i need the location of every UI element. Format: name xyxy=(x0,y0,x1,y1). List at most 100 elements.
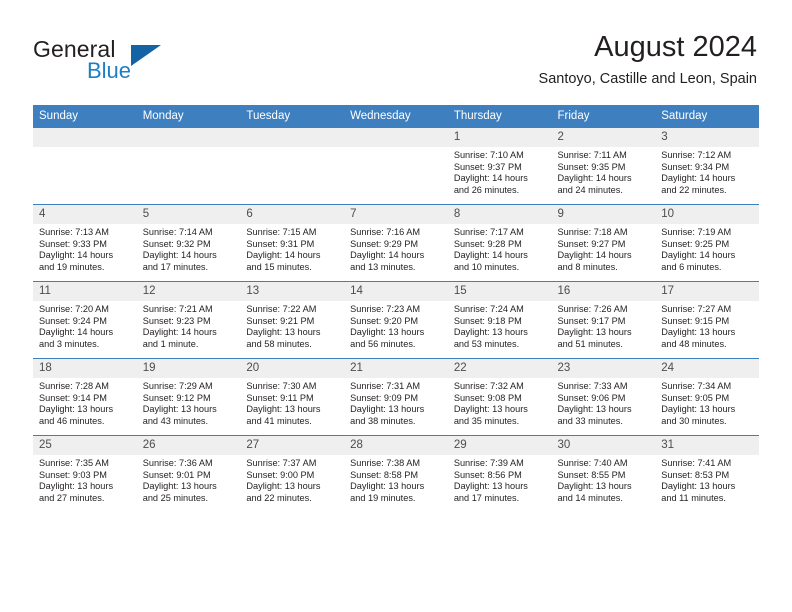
day-details: Sunrise: 7:23 AM Sunset: 9:20 PM Daylight:… xyxy=(344,301,448,350)
day-details: Sunrise: 7:41 AM Sunset: 8:53 PM Daylight:… xyxy=(655,455,759,504)
calendar-day-cell[interactable]: 19 Sunrise: 7:29 AM Sunset: 9:12 PM Dayligh… xyxy=(136,358,241,436)
day-number: 7 xyxy=(344,205,448,224)
sunset-text: Sunset: 9:29 PM xyxy=(350,238,419,249)
day-number: 9 xyxy=(551,205,656,224)
daylight-text-line1: Daylight: 13 hours xyxy=(453,404,528,415)
calendar-week-row: 1 Sunrise: 7:10 AM Sunset: 9:37 PM Daylight… xyxy=(33,128,759,205)
brand-name-blue: Blue xyxy=(87,58,132,83)
daylight-text-line2: and 27 minutes. xyxy=(39,492,105,503)
daylight-text-line1: Daylight: 14 hours xyxy=(557,173,632,184)
calendar-day-cell[interactable]: 24 Sunrise: 7:34 AM Sunset: 9:05 PM Dayligh… xyxy=(655,358,759,436)
day-details: Sunrise: 7:27 AM Sunset: 9:15 PM Daylight:… xyxy=(655,301,759,350)
calendar-day-cell[interactable]: 25 Sunrise: 7:35 AM Sunset: 9:03 PM Dayligh… xyxy=(33,435,137,512)
calendar-day-cell[interactable]: 14 Sunrise: 7:23 AM Sunset: 9:20 PM Dayligh… xyxy=(344,281,448,359)
weekday-header-friday: Friday xyxy=(551,105,656,128)
calendar-day-cell[interactable]: 7 Sunrise: 7:16 AM Sunset: 9:29 PM Daylight… xyxy=(344,204,448,282)
calendar-day-cell[interactable]: 3 Sunrise: 7:12 AM Sunset: 9:34 PM Daylight… xyxy=(655,128,759,205)
sunset-text: Sunset: 9:37 PM xyxy=(453,161,522,172)
day-number: 5 xyxy=(136,205,241,224)
daylight-text-line1: Daylight: 13 hours xyxy=(453,481,528,492)
calendar-day-cell-empty xyxy=(136,128,241,205)
calendar-day-cell[interactable]: 22 Sunrise: 7:32 AM Sunset: 9:08 PM Dayligh… xyxy=(447,358,552,436)
daylight-text-line1: Daylight: 13 hours xyxy=(557,481,632,492)
sunset-text: Sunset: 9:17 PM xyxy=(557,315,626,326)
daylight-text-line2: and 19 minutes. xyxy=(39,261,105,272)
calendar-day-cell[interactable]: 28 Sunrise: 7:38 AM Sunset: 8:58 PM Dayligh… xyxy=(344,435,448,512)
calendar-day-cell[interactable]: 13 Sunrise: 7:22 AM Sunset: 9:21 PM Dayligh… xyxy=(240,281,345,359)
calendar-day-cell[interactable]: 29 Sunrise: 7:39 AM Sunset: 8:56 PM Dayligh… xyxy=(447,435,552,512)
sunrise-text: Sunrise: 7:31 AM xyxy=(350,381,421,391)
daylight-text-line1: Daylight: 14 hours xyxy=(39,250,114,261)
calendar-day-cell[interactable]: 16 Sunrise: 7:26 AM Sunset: 9:17 PM Dayligh… xyxy=(551,281,656,359)
daylight-text-line1: Daylight: 14 hours xyxy=(557,250,632,261)
day-details: Sunrise: 7:40 AM Sunset: 8:55 PM Daylight:… xyxy=(552,455,656,504)
sunset-text: Sunset: 9:03 PM xyxy=(39,469,107,480)
day-number: 19 xyxy=(136,359,241,378)
sunset-text: Sunset: 9:25 PM xyxy=(661,238,730,249)
sunrise-text: Sunrise: 7:27 AM xyxy=(661,304,732,314)
daylight-text-line1: Daylight: 13 hours xyxy=(39,481,114,492)
day-number: 10 xyxy=(655,205,759,224)
day-number: 18 xyxy=(33,359,137,378)
daylight-text-line1: Daylight: 13 hours xyxy=(142,404,217,415)
calendar-day-cell[interactable]: 2 Sunrise: 7:11 AM Sunset: 9:35 PM Daylight… xyxy=(551,128,656,205)
daylight-text-line2: and 17 minutes. xyxy=(142,261,209,272)
day-details: Sunrise: 7:19 AM Sunset: 9:25 PM Daylight:… xyxy=(655,224,759,273)
daylight-text-line2: and 53 minutes. xyxy=(453,338,520,349)
calendar-day-cell[interactable]: 15 Sunrise: 7:24 AM Sunset: 9:18 PM Dayligh… xyxy=(447,281,552,359)
daylight-text-line2: and 24 minutes. xyxy=(557,184,623,195)
daylight-text-line1: Daylight: 13 hours xyxy=(39,404,114,415)
sunrise-text: Sunrise: 7:30 AM xyxy=(246,381,317,391)
daylight-text-line2: and 10 minutes. xyxy=(453,261,520,272)
daylight-text-line2: and 15 minutes. xyxy=(246,261,312,272)
day-number: 8 xyxy=(447,205,552,224)
day-details: Sunrise: 7:29 AM Sunset: 9:12 PM Daylight:… xyxy=(137,378,241,427)
calendar-day-cell[interactable]: 9 Sunrise: 7:18 AM Sunset: 9:27 PM Daylight… xyxy=(551,204,656,282)
daylight-text-line2: and 1 minute. xyxy=(142,338,199,349)
day-number: 16 xyxy=(551,282,656,301)
calendar-day-cell[interactable]: 21 Sunrise: 7:31 AM Sunset: 9:09 PM Dayligh… xyxy=(344,358,448,436)
weekday-header-sunday: Sunday xyxy=(33,105,137,128)
calendar-week-row: 18 Sunrise: 7:28 AM Sunset: 9:14 PM Dayligh… xyxy=(33,358,759,436)
daylight-text-line1: Daylight: 13 hours xyxy=(142,481,217,492)
day-number: 13 xyxy=(240,282,345,301)
calendar-day-cell[interactable]: 5 Sunrise: 7:14 AM Sunset: 9:32 PM Daylight… xyxy=(136,204,241,282)
calendar-day-cell[interactable]: 27 Sunrise: 7:37 AM Sunset: 9:00 PM Dayligh… xyxy=(240,435,345,512)
calendar-day-cell[interactable]: 1 Sunrise: 7:10 AM Sunset: 9:37 PM Daylight… xyxy=(447,128,552,205)
daylight-text-line2: and 11 minutes. xyxy=(661,492,726,503)
day-details: Sunrise: 7:38 AM Sunset: 8:58 PM Daylight:… xyxy=(344,455,448,504)
day-number: 31 xyxy=(655,436,759,455)
calendar-day-cell[interactable]: 17 Sunrise: 7:27 AM Sunset: 9:15 PM Dayligh… xyxy=(655,281,759,359)
calendar-day-cell[interactable]: 31 Sunrise: 7:41 AM Sunset: 8:53 PM Dayligh… xyxy=(655,435,759,512)
calendar-day-cell[interactable]: 20 Sunrise: 7:30 AM Sunset: 9:11 PM Dayligh… xyxy=(240,358,345,436)
brand-logo[interactable]: General Blue xyxy=(33,36,243,88)
calendar-day-cell[interactable]: 6 Sunrise: 7:15 AM Sunset: 9:31 PM Daylight… xyxy=(240,204,345,282)
page-title: August 2024 xyxy=(594,31,757,63)
sunrise-text: Sunrise: 7:11 AM xyxy=(557,150,627,160)
day-number: 22 xyxy=(447,359,552,378)
daylight-text-line2: and 17 minutes. xyxy=(453,492,520,503)
day-details: Sunrise: 7:18 AM Sunset: 9:27 PM Daylight:… xyxy=(552,224,656,273)
calendar-week-row: 11 Sunrise: 7:20 AM Sunset: 9:24 PM Dayligh… xyxy=(33,281,759,359)
calendar-day-cell[interactable]: 30 Sunrise: 7:40 AM Sunset: 8:55 PM Dayligh… xyxy=(551,435,656,512)
sunset-text: Sunset: 9:06 PM xyxy=(557,392,626,403)
weekday-header-thursday: Thursday xyxy=(447,105,552,128)
calendar-day-cell[interactable]: 4 Sunrise: 7:13 AM Sunset: 9:33 PM Daylight… xyxy=(33,204,137,282)
day-details: Sunrise: 7:34 AM Sunset: 9:05 PM Daylight:… xyxy=(655,378,759,427)
calendar-day-cell[interactable]: 11 Sunrise: 7:20 AM Sunset: 9:24 PM Dayligh… xyxy=(33,281,137,359)
sunrise-text: Sunrise: 7:12 AM xyxy=(661,150,732,160)
sunset-text: Sunset: 9:33 PM xyxy=(39,238,107,249)
day-details: Sunrise: 7:36 AM Sunset: 9:01 PM Daylight:… xyxy=(137,455,241,504)
daylight-text-line1: Daylight: 14 hours xyxy=(661,250,736,261)
calendar-day-cell[interactable]: 12 Sunrise: 7:21 AM Sunset: 9:23 PM Dayligh… xyxy=(136,281,241,359)
calendar-day-cell[interactable]: 26 Sunrise: 7:36 AM Sunset: 9:01 PM Dayligh… xyxy=(136,435,241,512)
calendar-day-cell[interactable]: 10 Sunrise: 7:19 AM Sunset: 9:25 PM Dayligh… xyxy=(655,204,759,282)
calendar-day-cell[interactable]: 18 Sunrise: 7:28 AM Sunset: 9:14 PM Dayligh… xyxy=(33,358,137,436)
sunrise-text: Sunrise: 7:14 AM xyxy=(142,227,213,237)
calendar-day-cell[interactable]: 8 Sunrise: 7:17 AM Sunset: 9:28 PM Daylight… xyxy=(447,204,552,282)
daylight-text-line2: and 22 minutes. xyxy=(246,492,312,503)
day-number: 26 xyxy=(136,436,241,455)
sunrise-text: Sunrise: 7:18 AM xyxy=(557,227,628,237)
calendar-day-cell[interactable]: 23 Sunrise: 7:33 AM Sunset: 9:06 PM Dayligh… xyxy=(551,358,656,436)
sunrise-text: Sunrise: 7:19 AM xyxy=(661,227,732,237)
